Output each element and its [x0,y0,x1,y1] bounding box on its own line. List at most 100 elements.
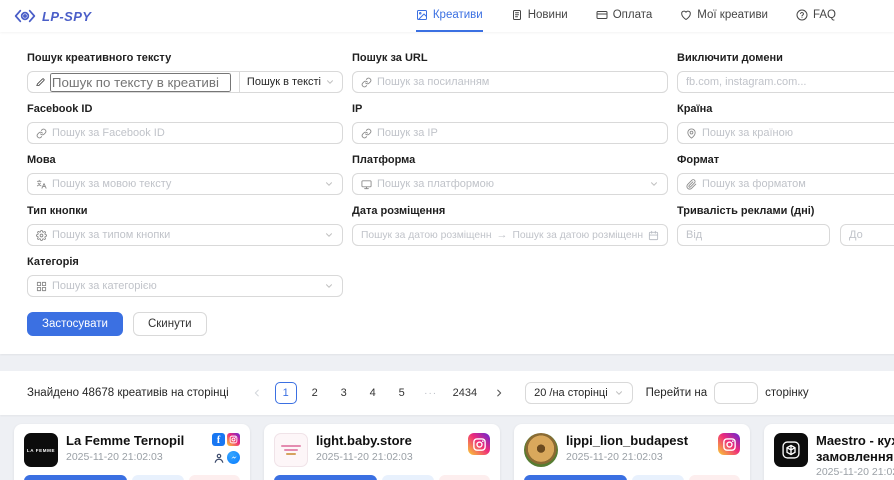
filter-label: Виключити домени [677,52,894,64]
filter-url: Пошук за URL [352,42,668,93]
filter-facebook-id: Facebook ID [27,93,343,144]
language-input[interactable] [52,178,319,190]
platform-icon [361,179,372,190]
nav-faq[interactable]: FAQ [796,0,836,32]
nav-my-creatives[interactable]: Мої креативи [680,0,768,32]
mode-value: Пошук в тексті [247,76,321,88]
filter-category: Категорія [27,246,343,297]
platform-select[interactable] [352,173,668,195]
filter-label: Тривалість реклами (дні) [677,205,894,217]
card-date: 2025-11-20 21:02:03 [816,466,894,478]
instagram-icon[interactable] [468,433,490,455]
pagination-ellipsis[interactable]: ··· [420,382,442,404]
avatar: LA FEMME [24,433,58,467]
creative-text-input[interactable] [50,73,231,92]
card-date: 2025-11-20 21:02:03 [66,451,204,463]
days-badge-button[interactable]: 3 days [274,475,377,480]
creative-card[interactable]: lippi_lion_budapest 2025-11-20 21:02:03 … [514,424,750,480]
favorite-button[interactable] [189,475,241,480]
facebook-icon[interactable]: f [212,433,225,446]
creative-card[interactable]: LA FEMME La Femme Ternopil 2025-11-20 21… [14,424,250,480]
eye-spy-icon [14,8,36,24]
url-input[interactable] [377,76,659,88]
logo-text: LP-SPY [42,9,91,24]
apply-button[interactable]: Застосувати [27,312,123,336]
chevron-down-icon [324,281,334,291]
button-type-select[interactable] [27,224,343,246]
pagination-page-last[interactable]: 2434 [449,382,481,404]
favorite-button[interactable] [439,475,491,480]
results-summary: Знайдено 48678 креативів на сторінці [27,387,229,399]
gear-icon [36,230,47,241]
nav-label: Новини [528,9,568,21]
filter-button-type: Тип кнопки [27,195,343,246]
date-to-input[interactable] [513,230,644,241]
creatives-grid: LA FEMME La Femme Ternopil 2025-11-20 21… [0,424,894,480]
preview-button[interactable] [382,475,434,480]
language-select[interactable] [27,173,343,195]
category-select[interactable] [27,275,343,297]
pagination-next-button[interactable] [488,382,510,404]
creative-card[interactable]: Maestro - кухні, меблі на замовлення в У… [764,424,894,480]
chevron-down-icon [324,179,334,189]
instagram-icon[interactable] [718,433,740,455]
format-input[interactable] [702,178,894,190]
filter-country: Країна [677,93,894,144]
category-input[interactable] [52,280,319,292]
duration-to-input[interactable] [849,229,894,241]
text-search-mode-select[interactable]: Пошук в тексті [239,72,342,92]
logo[interactable]: LP-SPY [14,8,91,24]
duration-from-input[interactable] [686,229,821,241]
pin-icon [686,128,697,139]
favorite-button[interactable] [689,475,741,480]
chevron-down-icon [614,388,624,398]
results-toolbar: Знайдено 48678 креативів на сторінці 1 2… [0,371,894,415]
messenger-icon[interactable] [227,451,240,464]
goto-page-input[interactable] [714,382,758,404]
nav-payment[interactable]: Оплата [596,0,653,32]
pagination-page-2[interactable]: 2 [304,382,326,404]
filter-label: Тип кнопки [27,205,343,217]
ip-input[interactable] [377,127,659,139]
arrow-right-icon: → [497,229,508,241]
chevron-down-icon [325,77,335,87]
filter-format: Формат [677,144,894,195]
card-title: light.baby.store [316,433,460,449]
filter-label: Facebook ID [27,103,343,115]
days-badge-button[interactable]: 0 days [524,475,627,480]
filter-label: Пошук креативного тексту [27,52,343,64]
date-range-picker[interactable]: → [352,224,668,246]
avatar [774,433,808,467]
platform-input[interactable] [377,178,644,190]
date-from-input[interactable] [361,230,492,241]
credit-card-icon [596,9,608,21]
pagination-page-3[interactable]: 3 [333,382,355,404]
filter-label: Категорія [27,256,343,268]
country-input[interactable] [702,127,894,139]
pagination-page-4[interactable]: 4 [362,382,384,404]
reset-button[interactable]: Скинути [133,312,207,336]
audience-network-icon[interactable] [212,451,225,464]
button-type-input[interactable] [52,229,319,241]
filter-label: Платформа [352,154,668,166]
nav-news[interactable]: Новини [511,0,568,32]
days-badge-button[interactable]: 3 days [24,475,127,480]
nav-creatives[interactable]: Креативи [416,0,483,32]
filter-exclude-domains: Виключити домени [677,42,894,93]
pagination-page-1[interactable]: 1 [275,382,297,404]
exclude-domains-input[interactable] [686,76,894,88]
nav-label: Мої креативи [697,9,768,21]
goto-page: Перейти на сторінку [646,382,809,404]
filter-label: Мова [27,154,343,166]
page-size-select[interactable]: 20 /на сторінці [525,382,633,404]
chevron-right-icon [494,388,504,398]
pagination-page-5[interactable]: 5 [391,382,413,404]
preview-button[interactable] [132,475,184,480]
link-icon [361,128,372,139]
facebook-id-input[interactable] [52,127,334,139]
creative-card[interactable]: light.baby.store 2025-11-20 21:02:03 3 d… [264,424,500,480]
instagram-icon[interactable] [227,433,240,446]
filter-platform: Платформа [352,144,668,195]
preview-button[interactable] [632,475,684,480]
pagination-prev-button[interactable] [246,382,268,404]
